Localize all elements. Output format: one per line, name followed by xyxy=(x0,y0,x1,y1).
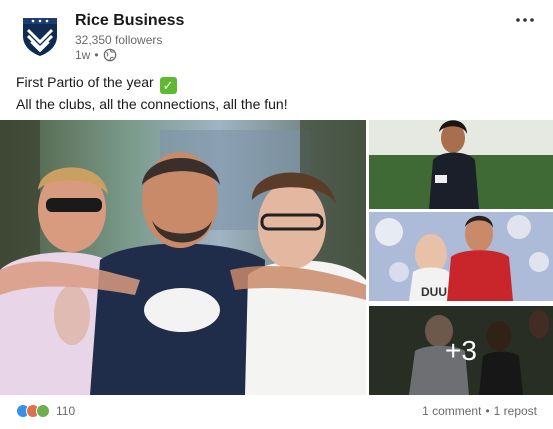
more-photos-overlay[interactable]: +3 xyxy=(369,306,553,395)
side-photo-1[interactable] xyxy=(369,120,553,209)
post-text-first: First Partio of the year xyxy=(16,74,154,90)
engagement-separator: • xyxy=(485,404,490,418)
engagement-summary: 1 comment • 1 repost xyxy=(422,404,537,418)
reaction-icons xyxy=(16,404,50,418)
svg-text:DUU: DUU xyxy=(421,285,447,299)
reactions-summary[interactable]: 110 xyxy=(16,404,75,418)
follower-count: 32,350 followers xyxy=(75,33,163,47)
globe-icon xyxy=(103,48,116,62)
reposts-count-link[interactable]: 1 repost xyxy=(494,404,537,418)
side-photo-3[interactable]: +3 xyxy=(369,306,553,395)
group-photo-image xyxy=(0,120,366,395)
support-reaction-icon xyxy=(36,404,50,418)
photo-gallery: DUU +3 xyxy=(0,120,553,396)
meta-separator: • xyxy=(94,48,99,62)
post-body: First Partio of the year ✓ All the clubs… xyxy=(16,72,288,114)
more-options-button[interactable] xyxy=(513,8,537,32)
two-people-photo-image: DUU xyxy=(369,212,553,301)
company-name[interactable]: Rice Business xyxy=(75,12,184,30)
post-meta: 1w • xyxy=(75,48,117,62)
post-header: Rice Business 32,350 followers 1w • xyxy=(0,0,553,70)
check-mark-icon: ✓ xyxy=(159,77,177,94)
more-horizontal-icon xyxy=(516,18,534,22)
company-logo[interactable] xyxy=(16,12,64,60)
side-photo-2[interactable]: DUU xyxy=(369,212,553,301)
comments-count-link[interactable]: 1 comment xyxy=(422,404,481,418)
post-time: 1w xyxy=(75,48,91,62)
rice-owl-shield-icon xyxy=(16,12,64,60)
main-photo[interactable] xyxy=(0,120,366,395)
post-text-line2: All the clubs, all the connections, all … xyxy=(16,96,288,112)
woman-portrait-image xyxy=(369,120,553,209)
post-text-line1: First Partio of the year ✓ xyxy=(16,72,288,94)
reaction-count: 110 xyxy=(56,404,76,418)
